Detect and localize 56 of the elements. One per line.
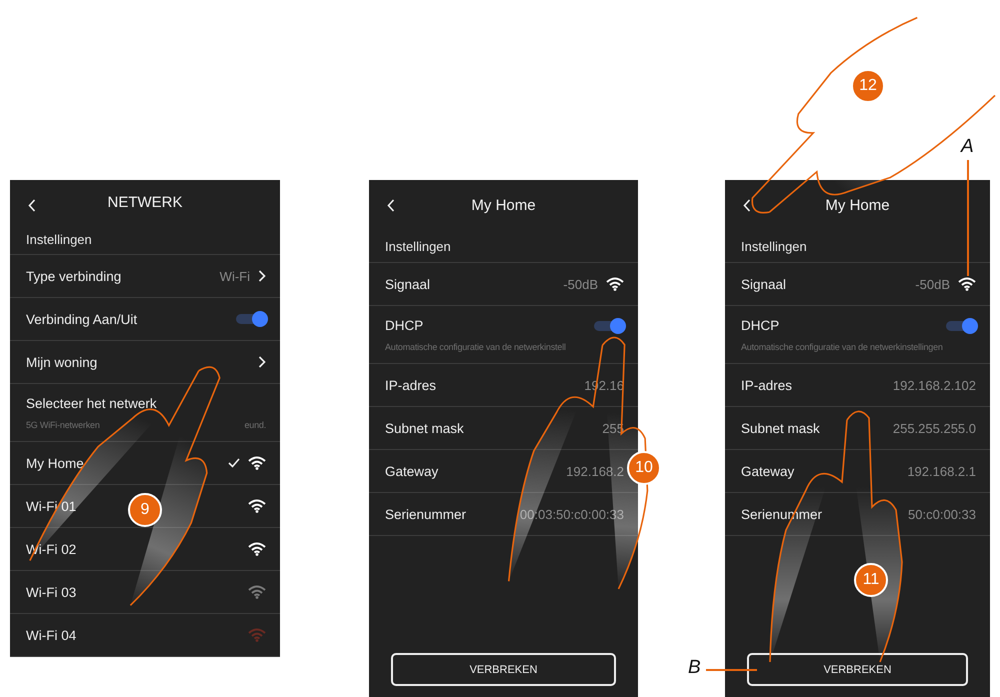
row-label: Verbinding Aan/Uit xyxy=(26,312,138,326)
callout-letter: B xyxy=(688,657,701,679)
row-description: Automatische configuratie van de netwerkinstellingen xyxy=(741,341,944,353)
callout-letter: A xyxy=(961,136,974,158)
network-name: Wi-Fi 01 xyxy=(26,498,76,514)
row-description: eund. xyxy=(244,419,266,431)
row-value: 50:c0:00:33 xyxy=(908,506,976,522)
step-number: 10 xyxy=(627,451,661,485)
back-icon[interactable] xyxy=(387,199,395,212)
settings-row[interactable]: Type verbinding Wi-Fi xyxy=(10,255,280,298)
row-label: Serienummer xyxy=(385,506,466,522)
row-label: Signaal xyxy=(385,276,430,292)
toggle-switch[interactable] xyxy=(594,320,624,330)
row-label: Subnet mask xyxy=(741,420,820,436)
section-heading: Instellingen xyxy=(725,230,990,263)
wifi-icon xyxy=(606,277,624,291)
section-heading: Instellingen xyxy=(10,225,280,255)
row-label: Signaal xyxy=(741,276,786,292)
row-value: -50dB xyxy=(563,276,598,292)
screen-title: NETWERK xyxy=(108,194,182,212)
network-name: Wi-Fi 04 xyxy=(26,628,76,642)
back-icon[interactable] xyxy=(28,199,36,212)
row-value: 255.255.255.0 xyxy=(892,420,976,436)
chevron-right-icon xyxy=(258,356,266,368)
row-label: Mijn woning xyxy=(26,354,98,370)
row-value: 192.168.2.1 xyxy=(907,464,976,478)
row-value: -50dB xyxy=(915,276,950,292)
row-label: Gateway xyxy=(385,464,438,478)
toggle-switch[interactable] xyxy=(236,314,266,324)
leader-line xyxy=(706,669,757,671)
row-label: DHCP xyxy=(385,318,424,333)
row-description: 5G WiFi-netwerken xyxy=(26,419,100,431)
step-number: 12 xyxy=(851,69,885,103)
section-heading: Instellingen xyxy=(369,230,638,263)
disconnect-button[interactable]: VERBREKEN xyxy=(391,653,616,686)
wifi-icon xyxy=(958,277,976,291)
row-label: Selecteer het netwerk xyxy=(26,396,157,411)
row-label: DHCP xyxy=(741,318,780,333)
row-label: Type verbinding xyxy=(26,268,122,284)
toggle-switch[interactable] xyxy=(946,320,976,330)
row-label: IP-adres xyxy=(385,378,436,392)
row-label: IP-adres xyxy=(741,378,792,392)
disconnect-button[interactable]: VERBREKEN xyxy=(747,653,968,686)
network-name: My Home xyxy=(26,456,84,470)
back-icon[interactable] xyxy=(743,199,751,212)
row-value: 192.168.2 xyxy=(566,464,624,478)
row-description: Automatische configuratie van de netwerkinstell xyxy=(385,341,567,353)
row-label: Gateway xyxy=(741,464,794,478)
screen-title: My Home xyxy=(471,196,536,214)
screen-title: My Home xyxy=(825,196,890,214)
row-label: Subnet mask xyxy=(385,420,464,436)
row-value: Wi-Fi xyxy=(220,268,250,284)
network-row[interactable]: Wi-Fi 04 xyxy=(10,614,280,657)
network-name: Wi-Fi 03 xyxy=(26,584,76,600)
row-value: 192.168.2.102 xyxy=(892,378,976,392)
chevron-right-icon xyxy=(258,270,266,282)
